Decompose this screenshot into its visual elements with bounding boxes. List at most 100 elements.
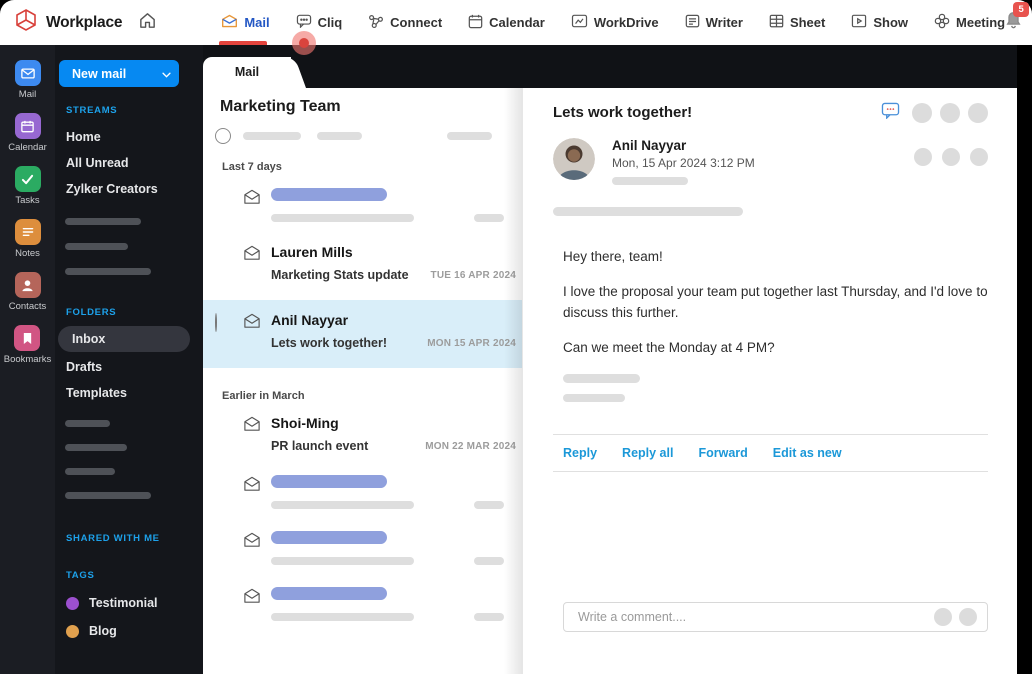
skeleton-bar [474, 613, 504, 621]
rail-item-notes[interactable]: Notes [14, 219, 41, 259]
nav-item-workdrive[interactable]: WorkDrive [571, 0, 659, 45]
notifications-button[interactable]: 5 [1005, 2, 1030, 34]
action-placeholder-button[interactable] [914, 148, 932, 166]
brand-name: Workplace [46, 13, 123, 31]
nav-item-calendar[interactable]: Calendar [468, 0, 545, 45]
sidebar-item-home[interactable]: Home [66, 124, 203, 150]
calendar-icon [14, 113, 41, 139]
mail-date: TUE 16 APR 2024 [430, 269, 516, 281]
action-placeholder-button[interactable] [970, 148, 988, 166]
sidebar-item-inbox[interactable]: Inbox [58, 326, 190, 352]
rail-item-tasks[interactable]: Tasks [14, 166, 41, 206]
edit-as-new-link[interactable]: Edit as new [773, 446, 842, 460]
skeleton-bar [65, 468, 115, 475]
nav-item-connect[interactable]: Connect [368, 0, 442, 45]
skeleton-bar [65, 492, 151, 499]
cliq-icon [296, 14, 312, 31]
mail-item-skeleton[interactable] [203, 531, 522, 565]
sheet-icon [769, 14, 784, 32]
mail-item-lauren-mills[interactable]: Lauren Mills Marketing Stats update TUE … [203, 244, 522, 282]
envelope-icon [243, 312, 271, 350]
skeleton-bar [474, 557, 504, 565]
envelope-icon [243, 244, 271, 282]
action-placeholder-button[interactable] [942, 148, 960, 166]
skeleton-bar [271, 587, 387, 600]
mail-subject: Marketing Stats update [271, 268, 409, 282]
tag-label: Testimonial [89, 596, 158, 610]
mail-item-shoi-ming[interactable]: Shoi-Ming PR launch event MON 22 MAR 202… [203, 415, 522, 453]
group-label: Earlier in March [222, 390, 305, 402]
action-placeholder-button[interactable] [912, 103, 932, 123]
rail-label: Tasks [15, 195, 40, 206]
rail-label: Calendar [8, 142, 47, 153]
action-placeholder-button[interactable] [940, 103, 960, 123]
app-window: Workplace Mail Cliq Connect Calendar Wor… [0, 0, 1032, 674]
new-mail-button[interactable]: New mail [59, 60, 179, 87]
rail-item-mail[interactable]: Mail [14, 60, 41, 100]
tab-label: Mail [234, 65, 260, 79]
comments-icon[interactable] [881, 102, 900, 124]
skeleton-bar [612, 177, 688, 185]
tag-item-testimonial[interactable]: Testimonial [66, 589, 203, 617]
sender-datetime: Mon, 15 Apr 2024 3:12 PM [612, 156, 755, 170]
select-all-checkbox[interactable] [215, 128, 231, 144]
tag-item-blog[interactable]: Blog [66, 617, 203, 645]
mail-checkbox[interactable] [215, 313, 217, 332]
nav-item-meeting[interactable]: Meeting [934, 0, 1005, 45]
mail-item-skeleton[interactable] [203, 587, 522, 621]
rail-item-contacts[interactable]: Contacts [9, 272, 46, 312]
nav-item-sheet[interactable]: Sheet [769, 0, 825, 45]
comment-input[interactable] [564, 610, 934, 624]
mail-sender: Anil Nayyar [271, 312, 349, 328]
nav-label: Calendar [489, 15, 545, 30]
message-actions: Reply Reply all Forward Edit as new [553, 435, 988, 471]
tour-hotspot[interactable] [292, 31, 316, 55]
nav-item-writer[interactable]: Writer [685, 0, 743, 45]
skeleton-bar [271, 214, 414, 222]
rail-label: Bookmarks [3, 354, 52, 365]
skeleton-bar [563, 394, 625, 402]
comment-placeholder-button[interactable] [934, 608, 952, 626]
skeleton-bar [317, 132, 362, 140]
reply-link[interactable]: Reply [563, 446, 597, 460]
mail-subject: PR launch event [271, 439, 369, 453]
body-paragraph: I love the proposal your team put togeth… [563, 284, 988, 320]
sidebar-item-all-unread[interactable]: All Unread [66, 150, 203, 176]
sidebar-item-drafts[interactable]: Drafts [66, 354, 203, 380]
rail-item-bookmarks[interactable]: Bookmarks [3, 325, 52, 365]
brand[interactable]: Workplace [0, 8, 123, 37]
mail-item-skeleton[interactable] [203, 475, 522, 509]
action-placeholder-button[interactable] [968, 103, 988, 123]
mail-list-panel: Marketing Team Last 7 days Lauren Mills … [203, 88, 523, 674]
skeleton-bar [271, 531, 387, 544]
envelope-icon [243, 475, 271, 509]
mail-item-skeleton[interactable] [203, 188, 522, 222]
comment-placeholder-button[interactable] [959, 608, 977, 626]
skeleton-bar [271, 475, 387, 488]
nav-label: Cliq [317, 15, 343, 30]
forward-link[interactable]: Forward [698, 446, 747, 460]
group-label: Last 7 days [222, 161, 282, 173]
tag-label: Blog [89, 624, 117, 638]
skeleton-bar [65, 420, 110, 427]
sidebar-item-zylker-creators[interactable]: Zylker Creators [66, 176, 203, 202]
calendar-icon [468, 14, 483, 32]
folders-section-label: FOLDERS [66, 307, 117, 318]
body-paragraph: Can we meet the Monday at 4 PM? [563, 340, 775, 355]
skeleton-bar [563, 374, 640, 383]
reply-all-link[interactable]: Reply all [622, 446, 673, 460]
tasks-icon [14, 166, 41, 192]
nav-item-show[interactable]: Show [851, 0, 908, 45]
skeleton-bar [271, 501, 414, 509]
envelope-icon [243, 188, 271, 222]
mail-item-anil-nayyar[interactable]: Anil Nayyar Lets work together! MON 15 A… [203, 300, 522, 368]
home-button[interactable] [138, 11, 157, 35]
nav-item-mail[interactable]: Mail [219, 0, 270, 45]
sidebar-item-templates[interactable]: Templates [66, 380, 203, 406]
rail-item-calendar[interactable]: Calendar [8, 113, 47, 153]
chevron-down-icon[interactable] [162, 67, 171, 81]
mail-icon [221, 14, 238, 31]
nav-label: Meeting [956, 15, 1006, 30]
tab-mail[interactable]: Mail [203, 57, 291, 88]
envelope-icon [243, 415, 271, 453]
